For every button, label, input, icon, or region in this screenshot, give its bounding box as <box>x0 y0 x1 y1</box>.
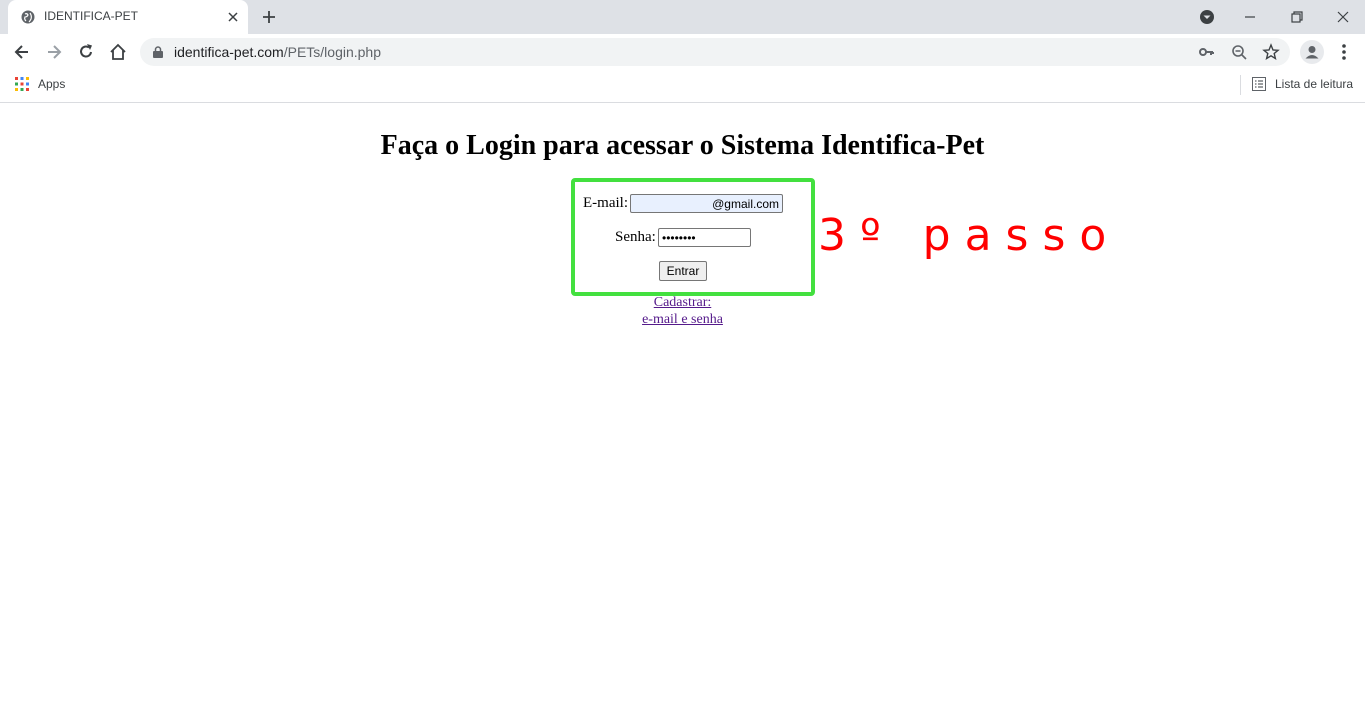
register-link[interactable]: Cadastrar: <box>0 295 1365 311</box>
password-label: Senha: <box>615 229 656 245</box>
tab-search-icon[interactable] <box>1197 7 1217 27</box>
password-field[interactable] <box>658 228 751 247</box>
browser-toolbar: identifica-pet.com/PETs/login.php <box>0 34 1365 70</box>
browser-tab[interactable]: IDENTIFICA-PET <box>8 0 248 34</box>
bookmarks-bar: Apps Lista de leitura <box>0 70 1365 103</box>
home-icon[interactable] <box>108 42 128 62</box>
apps-bookmark[interactable]: Apps <box>38 77 65 91</box>
forward-arrow-icon[interactable] <box>44 42 64 62</box>
minimize-icon[interactable] <box>1240 7 1260 27</box>
close-window-icon[interactable] <box>1333 7 1353 27</box>
reading-list-button[interactable]: Lista de leitura <box>1275 77 1353 91</box>
apps-grid-icon[interactable] <box>15 77 29 91</box>
close-icon[interactable] <box>225 9 241 25</box>
url-text[interactable]: identifica-pet.com/PETs/login.php <box>174 44 381 60</box>
reading-list-icon[interactable] <box>1252 77 1266 91</box>
url-path: /PETs/login.php <box>283 44 382 60</box>
profile-avatar[interactable] <box>1300 40 1324 64</box>
reload-icon[interactable] <box>76 42 96 62</box>
page-title: Faça o Login para acessar o Sistema Iden… <box>380 130 985 161</box>
tab-title: IDENTIFICA-PET <box>44 9 139 23</box>
globe-icon <box>21 10 35 24</box>
lock-icon[interactable] <box>153 46 163 58</box>
bookmark-star-icon[interactable] <box>1262 43 1280 61</box>
person-icon <box>1305 46 1319 59</box>
step-annotation: 3 º p a s s o <box>818 210 1107 261</box>
email-label: E-mail: <box>583 195 628 211</box>
tab-strip: IDENTIFICA-PET <box>0 0 1365 34</box>
register-link-subtitle[interactable]: e-mail e senha <box>0 312 1365 328</box>
email-field[interactable] <box>630 194 783 213</box>
restore-icon[interactable] <box>1287 7 1307 27</box>
login-button[interactable]: Entrar <box>659 261 707 281</box>
url-domain: identifica-pet.com <box>174 44 284 60</box>
back-arrow-icon[interactable] <box>12 42 32 62</box>
more-menu-icon[interactable] <box>1336 42 1352 62</box>
zoom-icon[interactable] <box>1230 43 1248 61</box>
new-tab-icon[interactable] <box>260 8 278 26</box>
bookmark-separator <box>1240 75 1241 95</box>
key-icon[interactable] <box>1198 43 1216 61</box>
address-bar[interactable]: identifica-pet.com/PETs/login.php <box>140 38 1290 66</box>
